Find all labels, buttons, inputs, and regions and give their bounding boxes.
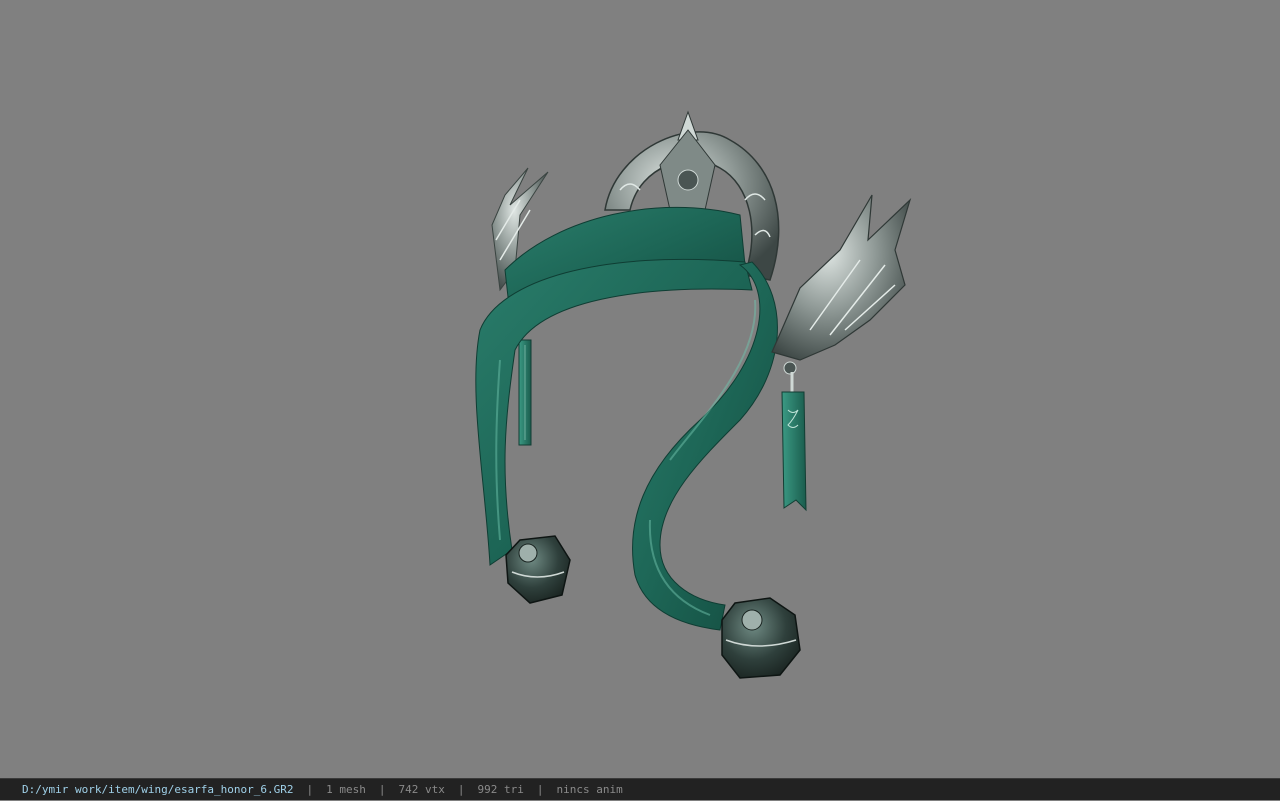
vertex-count-label: 742 vtx bbox=[398, 782, 445, 796]
animation-status-label: nincs anim bbox=[556, 782, 623, 796]
model-viewport[interactable] bbox=[0, 0, 1280, 778]
triangle-count-label: 992 tri bbox=[477, 782, 524, 796]
left-end-bead bbox=[505, 535, 571, 604]
scarf-3d-model[interactable] bbox=[0, 0, 1280, 778]
separator: | bbox=[306, 782, 314, 796]
separator: | bbox=[536, 782, 544, 796]
file-path-label: D:/ymir work/item/wing/esarfa_honor_6.GR… bbox=[22, 782, 294, 796]
separator: | bbox=[378, 782, 386, 796]
right-tassel bbox=[781, 372, 807, 512]
right-end-bead bbox=[721, 597, 801, 679]
right-dragon-ornament bbox=[771, 194, 912, 375]
status-bar: D:/ymir work/item/wing/esarfa_honor_6.GR… bbox=[0, 778, 1280, 800]
mesh-count-label: 1 mesh bbox=[326, 782, 366, 796]
separator: | bbox=[457, 782, 465, 796]
left-tassel bbox=[518, 339, 532, 446]
